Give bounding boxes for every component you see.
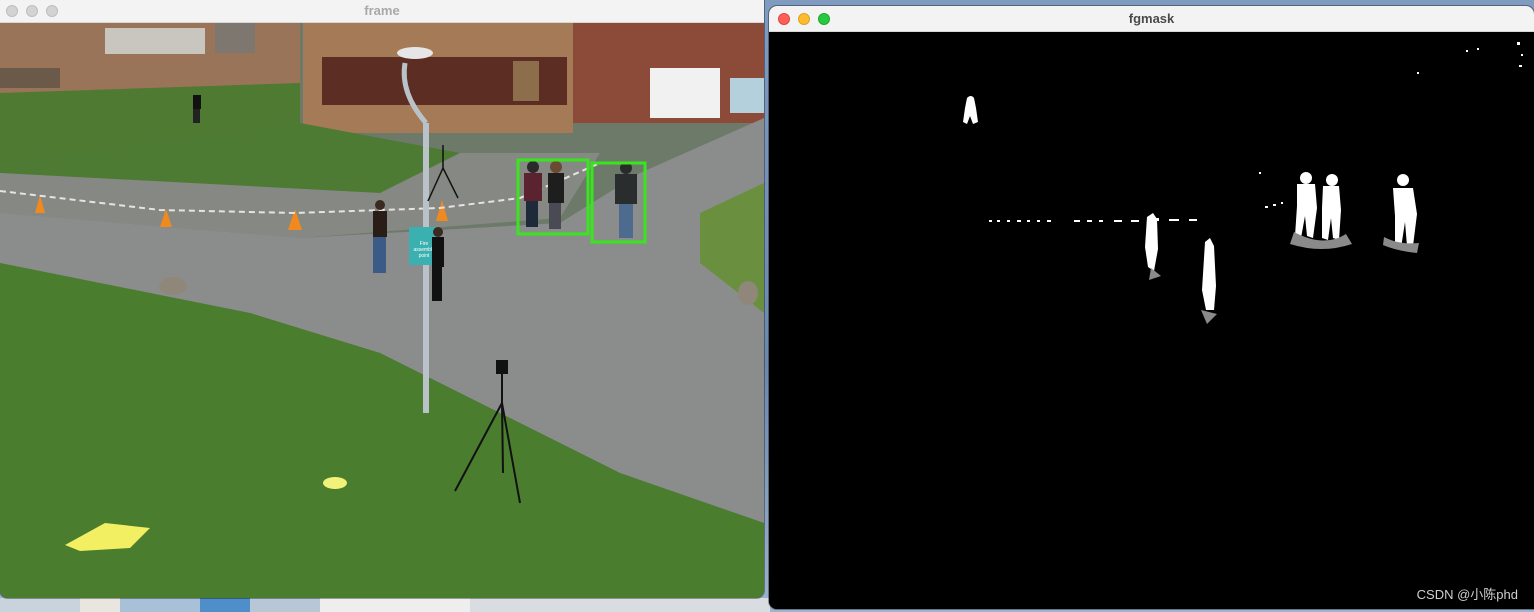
desktop-strip — [0, 598, 770, 612]
window-title: frame — [364, 3, 400, 18]
person-far-left — [193, 95, 201, 123]
white-van — [650, 68, 720, 118]
lamp-head — [397, 47, 433, 59]
fgmask-window[interactable]: fgmask CSDN @小陈phd — [769, 6, 1534, 609]
watermark: CSDN @小陈phd — [1416, 587, 1518, 602]
frame-window[interactable]: frame Fire assembly point — [0, 0, 764, 598]
car — [730, 78, 764, 113]
zoom-button[interactable] — [818, 13, 830, 25]
lamp-post — [423, 123, 429, 413]
video-frame-view: Fire assembly point — [0, 23, 764, 598]
minimize-button[interactable] — [798, 13, 810, 25]
close-button[interactable] — [778, 13, 790, 25]
rock — [159, 277, 187, 295]
frame-titlebar[interactable]: frame — [0, 0, 764, 23]
steps — [0, 68, 60, 88]
camera-scene: Fire assembly point — [0, 23, 764, 598]
minimize-button[interactable] — [26, 5, 38, 17]
zoom-button[interactable] — [46, 5, 58, 17]
close-button[interactable] — [6, 5, 18, 17]
mask-image — [769, 32, 1534, 609]
foreground-mask-view: CSDN @小陈phd — [769, 32, 1534, 609]
rock — [738, 281, 758, 305]
sign-line-3: point — [419, 253, 430, 259]
window-title: fgmask — [1128, 11, 1175, 26]
building-left-windows — [105, 28, 205, 54]
fgmask-titlebar[interactable]: fgmask — [769, 6, 1534, 32]
litter — [323, 477, 347, 489]
